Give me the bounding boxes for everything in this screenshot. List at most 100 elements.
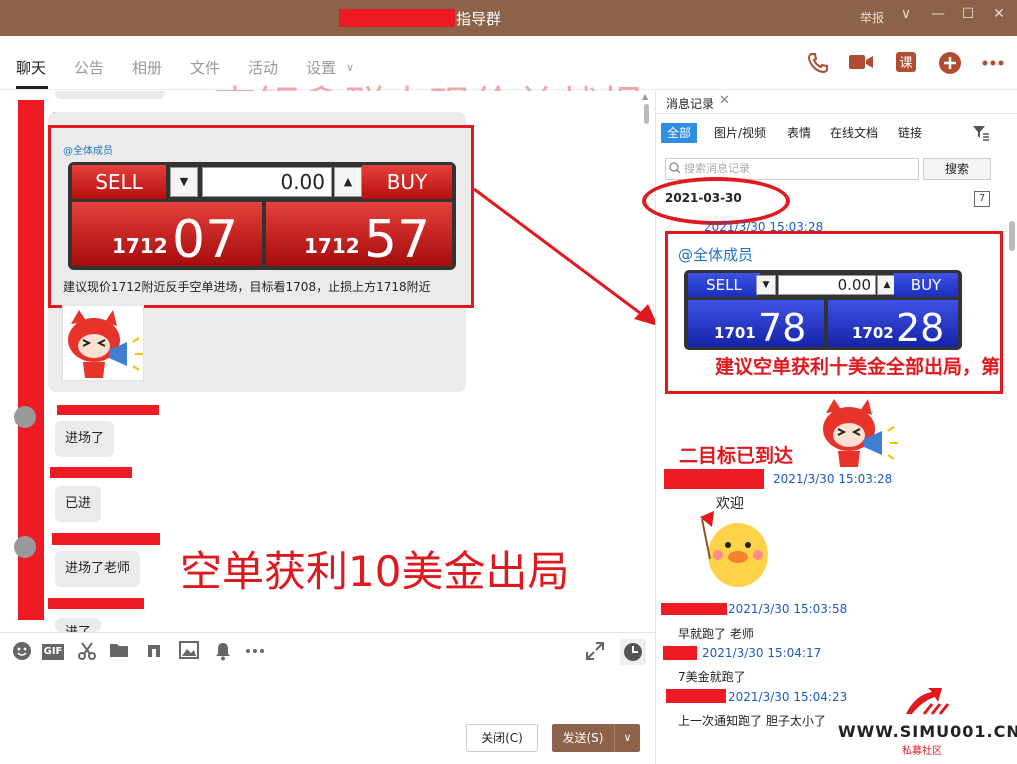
sell-price-big: 07 (172, 210, 239, 270)
filter-all[interactable]: 全部 (661, 123, 698, 143)
chat-message: 进场了老师 (55, 551, 141, 587)
sell-price: 1701 78 (688, 300, 824, 350)
previous-message-bubble (55, 91, 165, 99)
redacted-sender (663, 646, 697, 660)
buy-price: 1702 28 (828, 300, 958, 350)
calendar-icon[interactable]: 7 (974, 191, 990, 207)
svg-text:课: 课 (899, 56, 912, 71)
sell-price-big: 78 (758, 306, 807, 350)
buy-label: BUY (894, 273, 958, 297)
buy-label: BUY (362, 165, 452, 199)
send-options-chevron-icon[interactable]: ∨ (614, 724, 640, 752)
phone-call-icon[interactable] (805, 51, 831, 77)
buy-price: 1712 57 (266, 202, 452, 270)
history-message: 上一次通知跑了 胆子太小了 (678, 714, 826, 728)
decrease-arrow-icon: ▼ (170, 167, 198, 197)
tab-album[interactable]: 相册 (132, 57, 162, 78)
history-scroll-thumb[interactable] (1009, 221, 1015, 251)
redacted-sender (661, 603, 727, 615)
fox-sticker (62, 305, 144, 381)
tab-chat[interactable]: 聊天 (16, 57, 46, 78)
minimize-button[interactable]: — (928, 6, 948, 22)
scissors-icon[interactable] (76, 641, 98, 663)
watermark-site: WWW.SIMU001.CN (838, 722, 1017, 741)
date-annotation-circle (642, 177, 790, 225)
redacted-sender (664, 469, 764, 489)
filter-icon[interactable] (972, 125, 990, 145)
filter-media[interactable]: 图片/视频 (708, 123, 772, 143)
avatar (14, 406, 36, 428)
filter-docs[interactable]: 在线文档 (824, 123, 884, 143)
message-timestamp: 2021/3/30 15:04:23 (728, 690, 848, 704)
scroll-thumb[interactable] (644, 104, 649, 124)
message-timestamp: 2021/3/30 15:03:28 (773, 472, 893, 486)
send-button[interactable]: 发送(S) (552, 724, 614, 752)
sell-price-prefix: 1701 (714, 324, 756, 342)
sell-price-prefix: 1712 (112, 234, 168, 258)
emoji-icon[interactable] (11, 641, 33, 663)
chat-scrollbar[interactable]: ▲ (642, 92, 650, 627)
amount-field: 0.00 (778, 275, 876, 295)
sell-label: SELL (72, 165, 166, 199)
sell-price: 1712 07 (72, 202, 262, 270)
close-button[interactable]: 关闭(C) (466, 724, 538, 752)
video-call-icon[interactable] (848, 51, 874, 77)
report-button[interactable]: 举报 (860, 9, 884, 26)
compose-toolbar: GIF (0, 632, 655, 672)
window-title: 指导群 (456, 10, 502, 28)
music-icon[interactable] (143, 641, 165, 663)
quote-card: @全体成员 SELL ▼ 0.00 ▲ BUY 1712 07 1712 57 … (48, 125, 474, 308)
buy-price-prefix: 1702 (852, 324, 894, 342)
mention-all: @全体成员 (63, 146, 113, 157)
message-timestamp: 2021/3/30 15:03:58 (728, 602, 848, 616)
redacted-group-name (339, 9, 455, 27)
history-clock-icon[interactable] (620, 639, 646, 665)
tab-announcement[interactable]: 公告 (74, 57, 104, 78)
add-circle-icon[interactable] (937, 51, 963, 77)
maximize-button[interactable]: ☐ (958, 6, 978, 22)
chat-message: 进场了 (55, 421, 115, 457)
overlay-result: 空单获利10美金出局 (180, 547, 570, 596)
buy-price-big: 28 (896, 306, 945, 350)
image-icon[interactable] (178, 641, 200, 663)
redacted-sender (52, 533, 160, 545)
history-quote-card: @全体成员 SELL ▼ 0.00 ▲ BUY 1701 78 1702 28 … (665, 231, 1003, 394)
overlay-target-reached: 二目标已到达 (679, 445, 794, 467)
gif-icon[interactable]: GIF (42, 644, 64, 660)
group-nav: 聊天 公告 相册 文件 活动 设置 ∨ 李钜鑫群内现价单战报 课 (0, 36, 1017, 131)
more-icon[interactable] (244, 641, 266, 663)
mention-all: @全体成员 (678, 246, 754, 264)
expand-icon[interactable] (584, 641, 606, 663)
search-button[interactable]: 搜索 (923, 158, 991, 180)
history-quote-message: 建议空单获利十美金全部出局，第 (714, 356, 1000, 378)
close-tab-icon[interactable]: ✕ (719, 93, 730, 108)
redacted-sender (666, 689, 726, 703)
redacted-sender (57, 405, 159, 415)
message-timestamp: 2021/3/30 15:04:17 (702, 646, 822, 660)
buy-price-big: 57 (364, 210, 431, 270)
filter-stickers[interactable]: 表情 (781, 123, 817, 143)
history-tab[interactable]: 消息记录 (666, 95, 714, 112)
close-window-button[interactable]: ✕ (989, 6, 1009, 22)
folder-icon[interactable] (108, 641, 130, 663)
chat-message: 已进 (55, 486, 102, 522)
menu-dropdown-icon[interactable]: ∨ (896, 6, 916, 22)
increase-arrow-icon: ▲ (334, 167, 362, 197)
price-widget: SELL ▼ 0.00 ▲ BUY 1701 78 1702 28 (684, 270, 962, 350)
redacted-sender (50, 467, 132, 478)
quote-description: 建议现价1712附近反手空单进场，目标看1708，止损上方1718附近 (63, 280, 431, 294)
watermark-subtitle: 私募社区 (902, 746, 942, 757)
more-options-icon[interactable] (980, 51, 1006, 77)
filter-links[interactable]: 链接 (892, 123, 928, 143)
price-widget: SELL ▼ 0.00 ▲ BUY 1712 07 1712 57 (68, 162, 456, 270)
message-history-panel: 消息记录 ✕ 全部 图片/视频 表情 在线文档 链接 搜索消息记录 搜索 202… (642, 91, 1017, 764)
decrease-arrow-icon: ▼ (756, 275, 776, 295)
history-message: 7美金就跑了 (678, 670, 746, 684)
class-icon[interactable]: 课 (893, 51, 919, 77)
bell-icon[interactable] (212, 641, 234, 663)
history-message: 早就跑了 老师 (678, 627, 754, 641)
chat-message: 进了 (55, 618, 102, 632)
watermark-logo (906, 688, 950, 715)
annotation-arrow (473, 187, 658, 326)
amount-field: 0.00 (202, 167, 332, 197)
